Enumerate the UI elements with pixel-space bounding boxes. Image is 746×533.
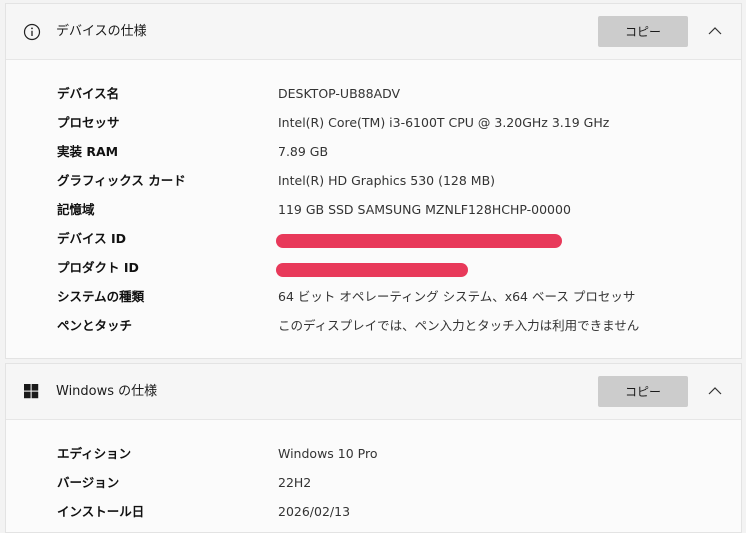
- spec-value[interactable]: Intel(R) HD Graphics 530 (128 MB): [278, 170, 495, 192]
- device-spec-header[interactable]: デバイスの仕様 コピー: [6, 4, 741, 60]
- spec-label: グラフィックス カード: [57, 173, 186, 188]
- windows-spec-title: Windows の仕様: [56, 384, 158, 399]
- redaction-mark: [276, 263, 468, 277]
- spec-value[interactable]: 2026/02/13: [278, 501, 350, 523]
- spec-label: プロダクト ID: [57, 260, 139, 275]
- spec-label: バージョン: [57, 475, 120, 490]
- spec-value[interactable]: 64 ビット オペレーティング システム、x64 ベース プロセッサ: [278, 286, 635, 308]
- spec-value[interactable]: Intel(R) Core(TM) i3-6100T CPU @ 3.20GHz…: [278, 112, 609, 134]
- spec-value[interactable]: 7.89 GB: [278, 141, 328, 163]
- windows-spec-copy-button[interactable]: コピー: [598, 376, 688, 407]
- spec-value[interactable]: このディスプレイでは、ペン入力とタッチ入力は利用できません: [278, 315, 639, 337]
- windows-spec-card: Windows の仕様 コピー エディション Windows 10 Pro バー…: [5, 363, 742, 533]
- windows-logo-icon: [24, 384, 39, 399]
- device-spec-title: デバイスの仕様: [56, 24, 147, 39]
- windows-spec-header[interactable]: Windows の仕様 コピー: [6, 364, 741, 420]
- spec-value[interactable]: DESKTOP-UB88ADV: [278, 83, 400, 105]
- info-icon: [23, 23, 41, 41]
- spec-label: 実装 RAM: [57, 144, 119, 159]
- spec-label: 記憶域: [57, 202, 95, 217]
- redaction-mark: [276, 234, 562, 248]
- spec-label: デバイス ID: [57, 231, 127, 246]
- spec-label: ペンとタッチ: [57, 318, 133, 333]
- chevron-up-icon[interactable]: [704, 380, 726, 402]
- spec-label: システムの種類: [57, 289, 145, 304]
- spec-value[interactable]: Windows 10 Pro: [278, 443, 377, 465]
- spec-value[interactable]: 119 GB SSD SAMSUNG MZNLF128HCHP-00000: [278, 199, 571, 221]
- spec-label: デバイス名: [57, 86, 120, 101]
- spec-label: プロセッサ: [57, 115, 120, 130]
- spec-value[interactable]: 22H2: [278, 472, 311, 494]
- device-spec-card: デバイスの仕様 コピー デバイス名 DESKTOP-UB88ADV プロセッサ …: [5, 3, 742, 359]
- device-spec-copy-button[interactable]: コピー: [598, 16, 688, 47]
- spec-label: インストール日: [57, 504, 145, 519]
- chevron-up-icon[interactable]: [704, 20, 726, 42]
- spec-label: エディション: [57, 446, 132, 461]
